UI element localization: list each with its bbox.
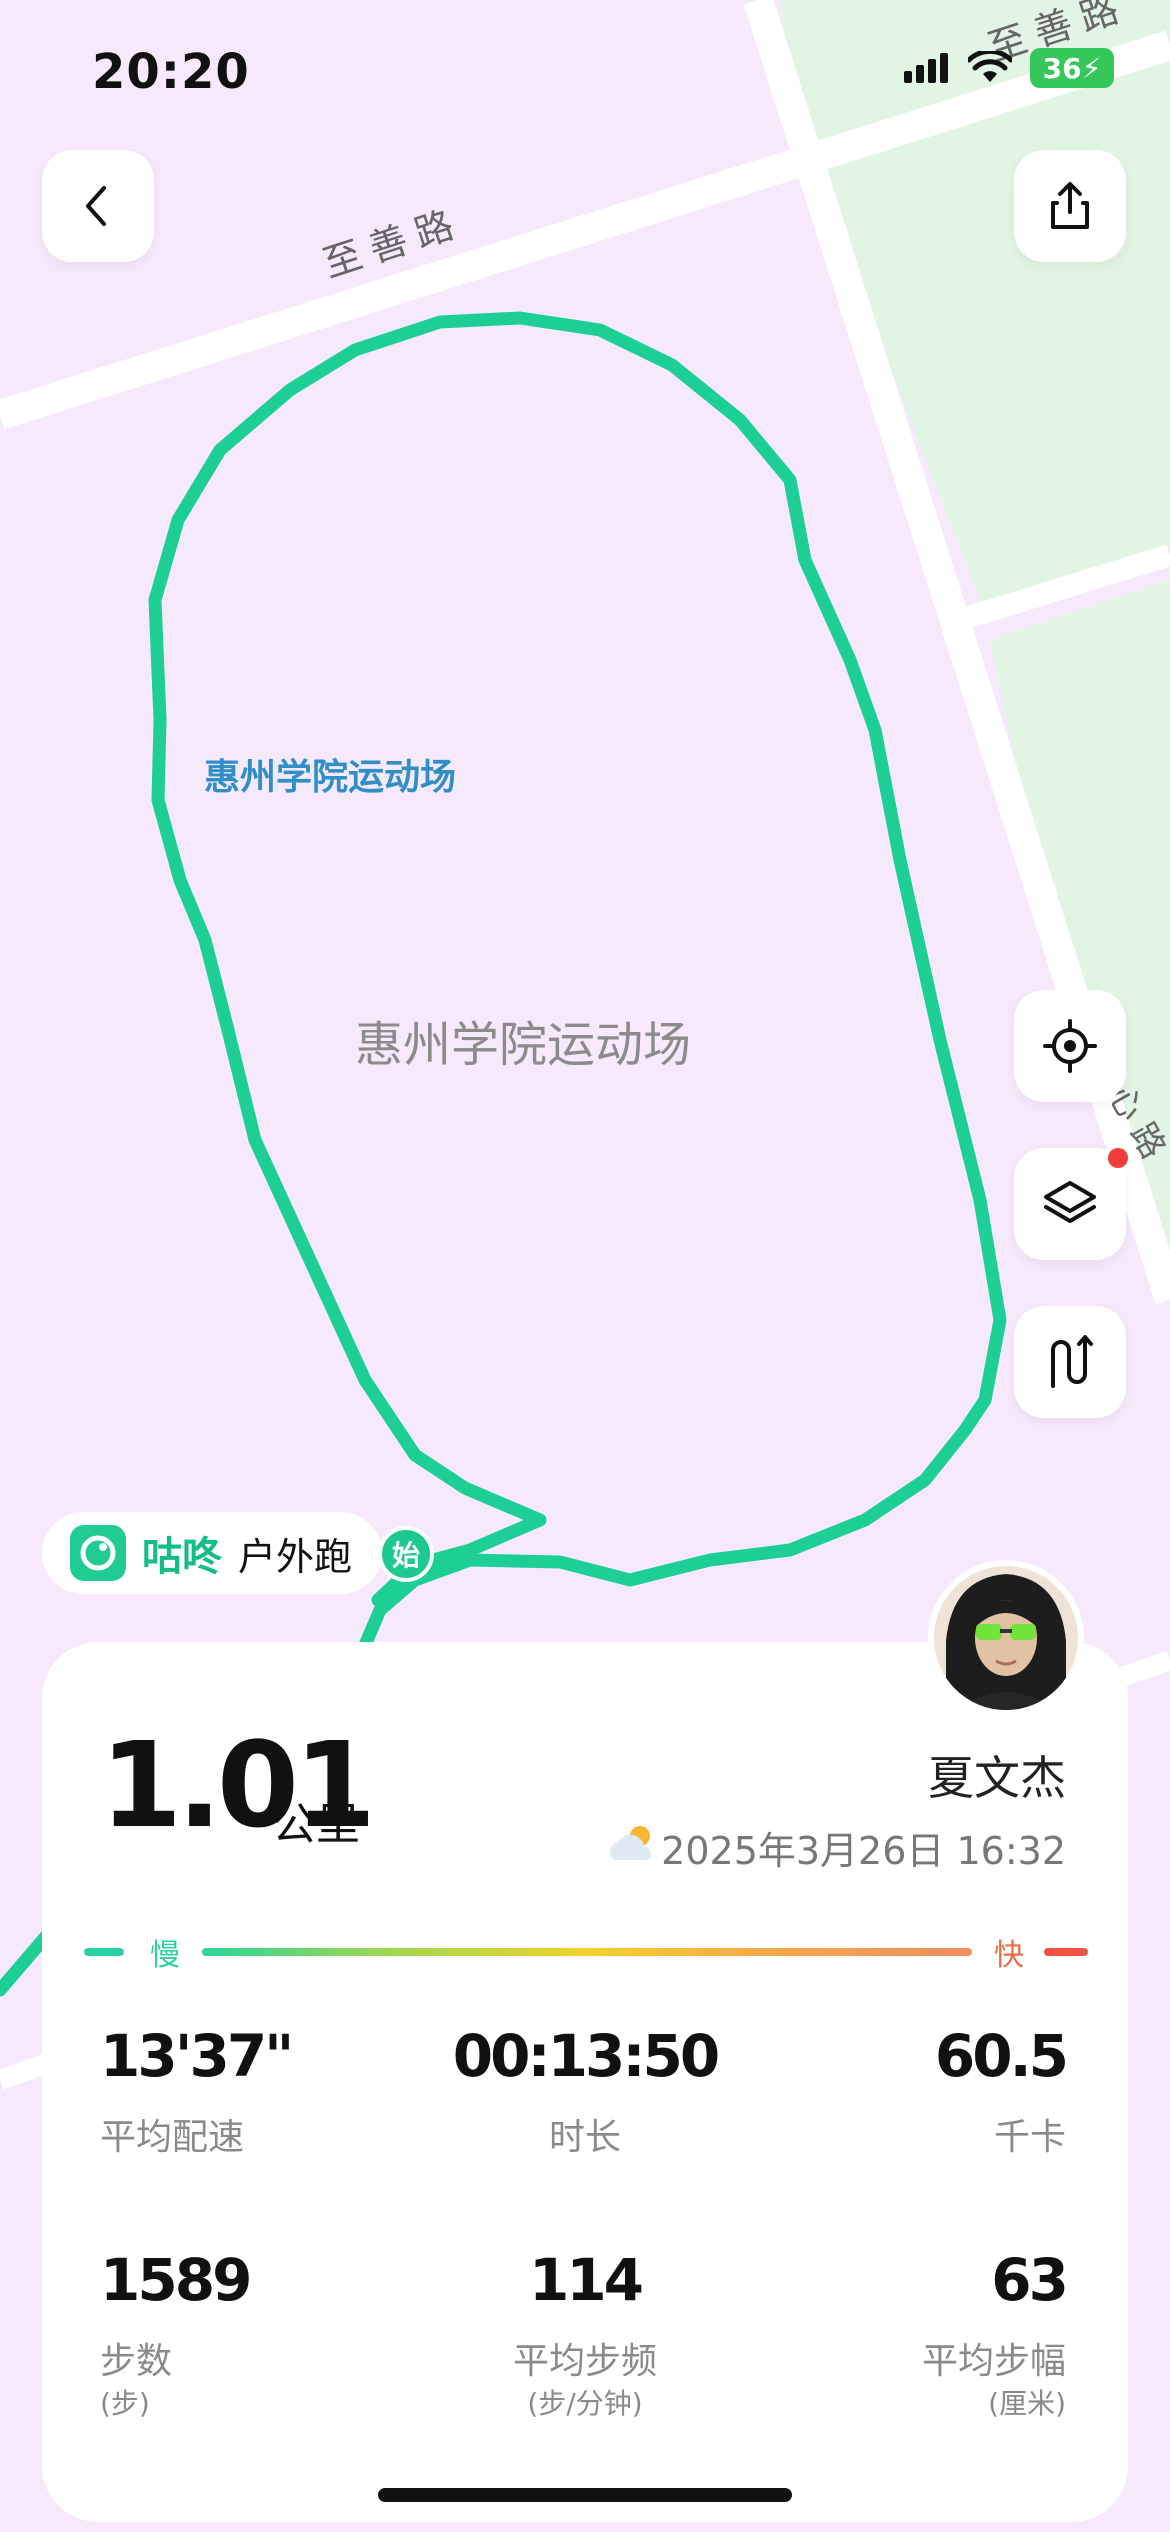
stride-unit: (厘米) (988, 2387, 1066, 2420)
home-indicator[interactable] (378, 2488, 792, 2502)
activity-type: 户外跑 (238, 1534, 353, 1579)
locate-icon (1043, 1019, 1097, 1073)
app-badge[interactable]: 咕咚 户外跑 (42, 1512, 383, 1594)
start-marker: 始 (378, 1526, 434, 1582)
steps-unit: (步) (100, 2387, 150, 2420)
cadence-unit: (步/分钟) (527, 2387, 643, 2420)
battery-level: 36 (1042, 51, 1082, 85)
share-icon (1051, 182, 1089, 229)
steps-label: 步数 (100, 2341, 173, 2382)
status-bar: 20:20 36 ⚡ (0, 0, 1170, 140)
back-button[interactable] (42, 150, 154, 262)
avatar[interactable] (928, 1560, 1084, 1716)
cadence-value: 114 (528, 2246, 644, 2314)
charging-icon: ⚡ (1081, 51, 1102, 85)
route-toggle-button[interactable] (1014, 1306, 1126, 1418)
poi-label[interactable]: 惠州学院运动场 (204, 748, 456, 800)
status-time: 20:20 (92, 44, 250, 100)
wifi-icon (968, 51, 1012, 82)
pace-slow-swatch (84, 1948, 124, 1956)
duration-value: 00:13:50 (452, 2022, 721, 2090)
area-label: 惠州学院运动场 (355, 1017, 692, 1073)
distance-unit: 公里 (272, 1799, 360, 1850)
steps-value: 1589 (100, 2246, 252, 2314)
app-logo-icon (70, 1525, 126, 1581)
calories-value: 60.5 (934, 2022, 1069, 2090)
average-pace-value: 13'37" (100, 2022, 294, 2090)
layers-icon (1044, 1181, 1096, 1223)
stride-value: 63 (991, 2246, 1069, 2314)
weather-icon (609, 1826, 651, 1860)
app-name: 咕咚 (142, 1534, 222, 1580)
pace-fast-swatch (1044, 1948, 1088, 1956)
pace-slow-label: 慢 (150, 1938, 180, 1973)
user-name: 夏文杰 (928, 1751, 1066, 1805)
activity-date: 2025年3月26日 16:32 (661, 1829, 1066, 1873)
cadence-label: 平均步频 (512, 2341, 658, 2382)
calories-label: 千卡 (993, 2117, 1066, 2158)
average-pace-label: 平均配速 (100, 2117, 245, 2158)
battery-indicator: 36 ⚡ (1030, 48, 1114, 88)
status-icons: 36 ⚡ (902, 48, 1114, 88)
duration-label: 时长 (548, 2117, 622, 2158)
pace-fast-label: 快 (994, 1938, 1024, 1973)
back-icon (86, 186, 106, 226)
layers-button[interactable] (1014, 1148, 1126, 1260)
route-toggle-icon (1051, 1335, 1093, 1388)
pace-legend: 慢 快 (84, 1930, 1088, 1974)
signal-icon (904, 53, 948, 83)
share-button[interactable] (1014, 150, 1126, 262)
stride-label: 平均步幅 (921, 2341, 1066, 2382)
notification-dot (1108, 1148, 1128, 1168)
locate-button[interactable] (1014, 990, 1126, 1102)
pace-gradient (202, 1948, 972, 1956)
